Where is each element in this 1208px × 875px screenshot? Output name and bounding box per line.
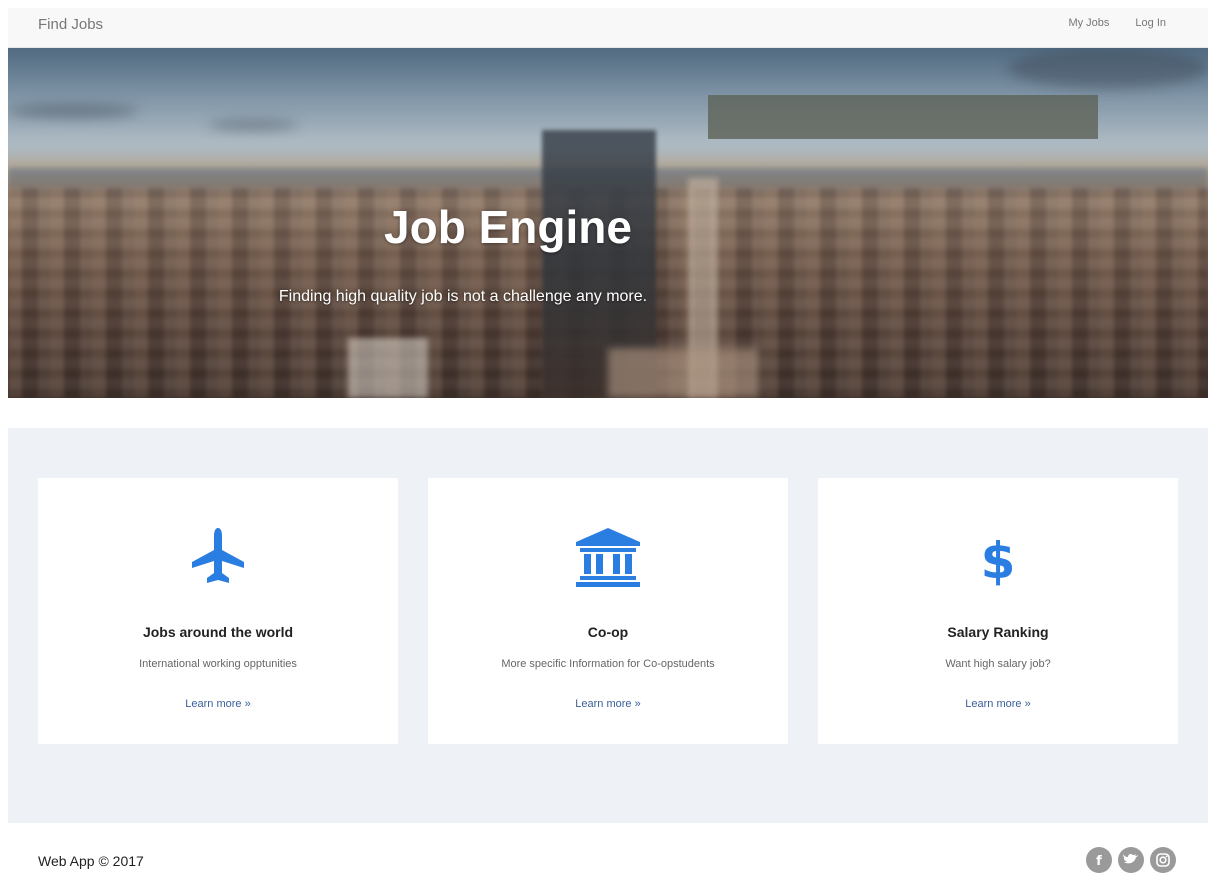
feature-text: More specific Information for Co-opstude…: [501, 658, 715, 670]
hero-banner: Job Engine Finding high quality job is n…: [8, 48, 1208, 398]
svg-text:$: $: [981, 532, 1016, 588]
feature-title: Jobs around the world: [142, 624, 294, 640]
feature-card-coop: Co-op More specific Information for Co-o…: [428, 478, 788, 744]
footer: Web App © 2017 f: [8, 823, 1208, 875]
feature-text: Want high salary job?: [945, 658, 1051, 670]
feature-title: Salary Ranking: [947, 624, 1049, 640]
learn-more-link[interactable]: Learn more »: [38, 698, 398, 710]
feature-text: International working opptunities: [139, 658, 297, 670]
nav-log-in[interactable]: Log In: [1135, 17, 1166, 29]
hero-overlay-box: [708, 95, 1098, 139]
hero-building: [348, 338, 428, 398]
svg-text:f: f: [1096, 854, 1102, 867]
hero-cloud: [1008, 48, 1208, 88]
social-links: f: [1086, 847, 1176, 873]
instagram-icon[interactable]: [1150, 847, 1176, 873]
features-section: Jobs around the world International work…: [8, 428, 1208, 823]
nav-my-jobs[interactable]: My Jobs: [1068, 17, 1109, 29]
hero-subtitle: Finding high quality job is not a challe…: [278, 288, 648, 305]
learn-more-link[interactable]: Learn more »: [428, 698, 788, 710]
twitter-icon[interactable]: [1118, 847, 1144, 873]
hero-cloud: [8, 104, 138, 118]
feature-title: Co-op: [587, 624, 629, 640]
hero-title: Job Engine: [384, 201, 632, 253]
learn-more-link[interactable]: Learn more »: [818, 698, 1178, 710]
hero-building: [608, 348, 758, 398]
airplane-icon: [38, 526, 398, 588]
bank-icon: [428, 526, 788, 588]
brand-link[interactable]: Find Jobs: [38, 16, 103, 33]
navbar: Find Jobs My Jobs Log In: [8, 8, 1208, 48]
facebook-icon[interactable]: f: [1086, 847, 1112, 873]
footer-copyright: Web App © 2017: [38, 853, 144, 869]
feature-card-salary: $ Salary Ranking Want high salary job? L…: [818, 478, 1178, 744]
dollar-icon: $: [818, 526, 1178, 588]
feature-card-world: Jobs around the world International work…: [38, 478, 398, 744]
nav-links: My Jobs Log In: [1068, 17, 1166, 29]
hero-cloud: [208, 120, 298, 130]
